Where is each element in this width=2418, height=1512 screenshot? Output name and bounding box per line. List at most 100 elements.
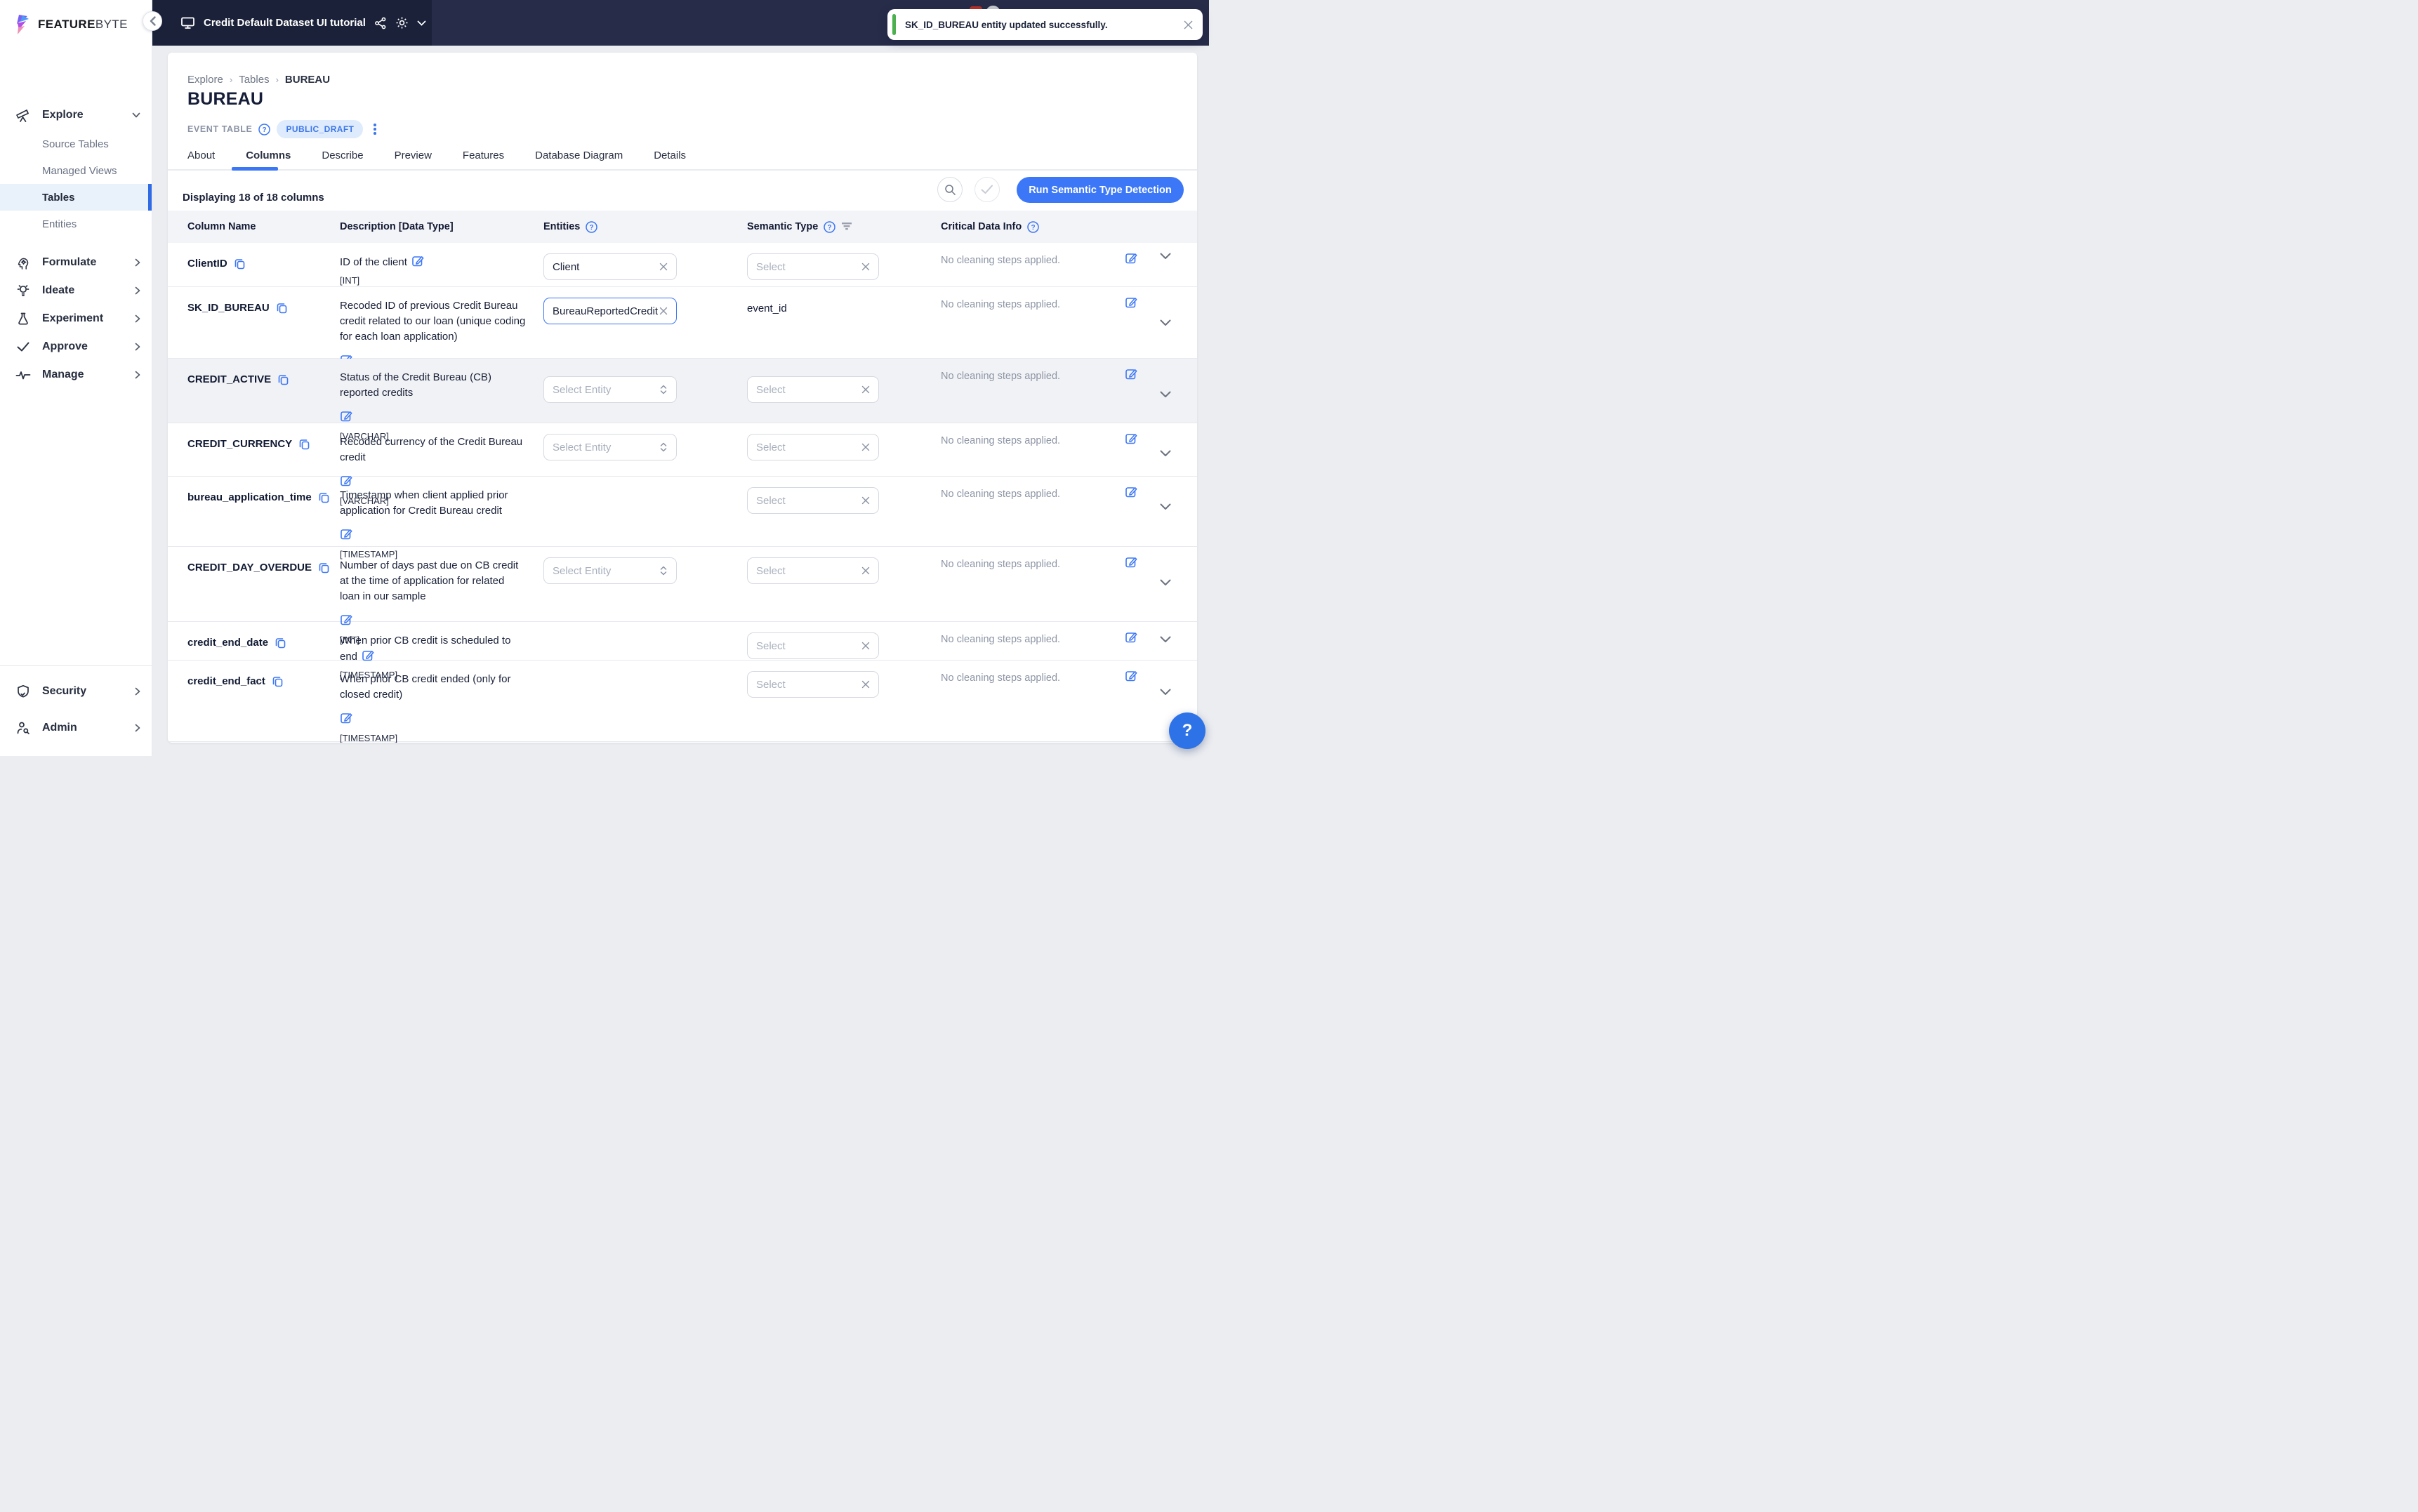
toast-close-icon[interactable] bbox=[1174, 20, 1203, 29]
chevron-down-icon[interactable] bbox=[417, 20, 426, 26]
semantic-type-select[interactable]: Select bbox=[747, 376, 879, 403]
entity-select[interactable]: Select Entity bbox=[543, 557, 677, 584]
semantic-type-select[interactable]: Select bbox=[747, 487, 879, 514]
table-row: CREDIT_CURRENCY Recoded currency of the … bbox=[168, 423, 1197, 506]
copy-icon[interactable] bbox=[276, 302, 288, 314]
help-circle-icon[interactable]: ? bbox=[586, 220, 598, 233]
sidebar-item-experiment[interactable]: Experiment bbox=[0, 305, 152, 333]
sidebar-item-label: Experiment bbox=[42, 312, 104, 324]
clear-semantic-icon[interactable] bbox=[861, 443, 870, 451]
copy-icon[interactable] bbox=[318, 562, 330, 573]
edit-icon[interactable] bbox=[1125, 485, 1138, 498]
semantic-type-select[interactable]: Select bbox=[747, 253, 879, 280]
sidebar-item-manage[interactable]: Manage bbox=[0, 361, 152, 389]
svg-text:?: ? bbox=[1031, 224, 1036, 232]
copy-icon[interactable] bbox=[275, 637, 286, 649]
sidebar-item-entities[interactable]: Entities bbox=[0, 211, 152, 237]
tab-features[interactable]: Features bbox=[463, 150, 504, 161]
edit-icon[interactable] bbox=[340, 527, 353, 541]
edit-icon[interactable] bbox=[1125, 432, 1138, 445]
semantic-type-select[interactable]: Select bbox=[747, 434, 879, 460]
tab-describe[interactable]: Describe bbox=[322, 150, 363, 161]
more-menu-icon[interactable] bbox=[369, 122, 381, 136]
sidebar-collapse-button[interactable] bbox=[143, 11, 162, 31]
clear-semantic-icon[interactable] bbox=[861, 263, 870, 271]
tab-database-diagram[interactable]: Database Diagram bbox=[535, 150, 623, 161]
expand-row-icon[interactable] bbox=[1160, 503, 1171, 510]
copy-icon[interactable] bbox=[272, 675, 284, 687]
expand-row-icon[interactable] bbox=[1160, 319, 1171, 326]
sidebar-item-admin[interactable]: Admin bbox=[0, 710, 152, 746]
breadcrumb-separator: › bbox=[275, 74, 279, 85]
edit-icon[interactable] bbox=[1125, 630, 1138, 644]
help-circle-icon[interactable]: ? bbox=[258, 123, 271, 135]
copy-icon[interactable] bbox=[298, 438, 310, 450]
sidebar-item-managed-views[interactable]: Managed Views bbox=[0, 157, 152, 184]
clear-semantic-icon[interactable] bbox=[861, 680, 870, 689]
edit-icon[interactable] bbox=[340, 409, 353, 423]
search-button[interactable] bbox=[937, 177, 963, 202]
sidebar-item-formulate[interactable]: Formulate bbox=[0, 248, 152, 277]
entity-select[interactable]: Select Entity bbox=[543, 376, 677, 403]
edit-icon[interactable] bbox=[411, 254, 425, 267]
edit-icon[interactable] bbox=[340, 711, 353, 724]
clear-semantic-icon[interactable] bbox=[861, 642, 870, 650]
column-description: Timestamp when client applied prior appl… bbox=[340, 489, 508, 517]
expand-row-icon[interactable] bbox=[1160, 253, 1171, 260]
breadcrumb-current: BUREAU bbox=[284, 74, 331, 86]
expand-row-icon[interactable] bbox=[1160, 391, 1171, 398]
expand-row-icon[interactable] bbox=[1160, 579, 1171, 586]
topbar: Credit Default Dataset UI tutorial SK_ID… bbox=[152, 0, 1209, 46]
edit-icon[interactable] bbox=[1125, 367, 1138, 380]
sidebar-item-tables[interactable]: Tables bbox=[0, 184, 152, 211]
edit-icon[interactable] bbox=[1125, 296, 1138, 309]
edit-icon[interactable] bbox=[1125, 669, 1138, 682]
edit-icon[interactable] bbox=[1125, 251, 1138, 265]
column-name: credit_end_date bbox=[187, 637, 328, 649]
approve-all-button[interactable] bbox=[975, 177, 1000, 202]
clear-semantic-icon[interactable] bbox=[861, 385, 870, 394]
tab-columns[interactable]: Columns bbox=[246, 150, 291, 161]
run-semantic-type-detection-button[interactable]: Run Semantic Type Detection bbox=[1017, 177, 1184, 203]
edit-icon[interactable] bbox=[1125, 555, 1138, 569]
copy-icon[interactable] bbox=[277, 373, 289, 385]
breadcrumb-explore[interactable]: Explore bbox=[187, 74, 223, 86]
entity-chip[interactable]: BureauReportedCredit bbox=[543, 298, 677, 324]
copy-icon[interactable] bbox=[234, 258, 246, 270]
copy-icon[interactable] bbox=[318, 491, 330, 503]
entity-select[interactable]: Select Entity bbox=[543, 434, 677, 460]
tab-preview[interactable]: Preview bbox=[395, 150, 432, 161]
help-circle-icon[interactable]: ? bbox=[1027, 220, 1039, 233]
entity-chip[interactable]: Client bbox=[543, 253, 677, 280]
semantic-type-select[interactable]: Select bbox=[747, 671, 879, 698]
sidebar-item-ideate[interactable]: Ideate bbox=[0, 277, 152, 305]
tab-about[interactable]: About bbox=[187, 150, 215, 161]
help-fab-button[interactable]: ? bbox=[1169, 712, 1205, 749]
sidebar-item-security[interactable]: Security bbox=[0, 673, 152, 710]
expand-row-icon[interactable] bbox=[1160, 689, 1171, 696]
check-icon bbox=[15, 341, 31, 352]
table-meta-row: EVENT TABLE ? PUBLIC_DRAFT bbox=[187, 120, 381, 138]
semantic-type-select[interactable]: Select bbox=[747, 557, 879, 584]
breadcrumb-tables[interactable]: Tables bbox=[239, 74, 269, 86]
status-badge: PUBLIC_DRAFT bbox=[277, 120, 364, 138]
semantic-type-select[interactable]: Select bbox=[747, 632, 879, 659]
clear-semantic-icon[interactable] bbox=[861, 496, 870, 505]
expand-row-icon[interactable] bbox=[1160, 450, 1171, 457]
sidebar-item-source-tables[interactable]: Source Tables bbox=[0, 131, 152, 157]
help-circle-icon[interactable]: ? bbox=[824, 220, 836, 233]
expand-row-icon[interactable] bbox=[1160, 636, 1171, 643]
sidebar-item-explore[interactable]: Explore bbox=[0, 101, 152, 129]
filter-funnel-icon[interactable] bbox=[841, 222, 852, 232]
column-header-semantic-type: Semantic Type? bbox=[747, 211, 852, 243]
column-name: bureau_application_time bbox=[187, 491, 330, 503]
gear-icon[interactable] bbox=[395, 16, 409, 29]
tab-details[interactable]: Details bbox=[654, 150, 686, 161]
clear-semantic-icon[interactable] bbox=[861, 566, 870, 575]
pulse-icon bbox=[15, 369, 31, 380]
remove-entity-icon[interactable] bbox=[659, 307, 668, 315]
sidebar-item-approve[interactable]: Approve bbox=[0, 333, 152, 361]
project-selector[interactable]: Credit Default Dataset UI tutorial bbox=[152, 0, 432, 46]
share-icon[interactable] bbox=[374, 17, 387, 29]
remove-entity-icon[interactable] bbox=[659, 263, 668, 271]
